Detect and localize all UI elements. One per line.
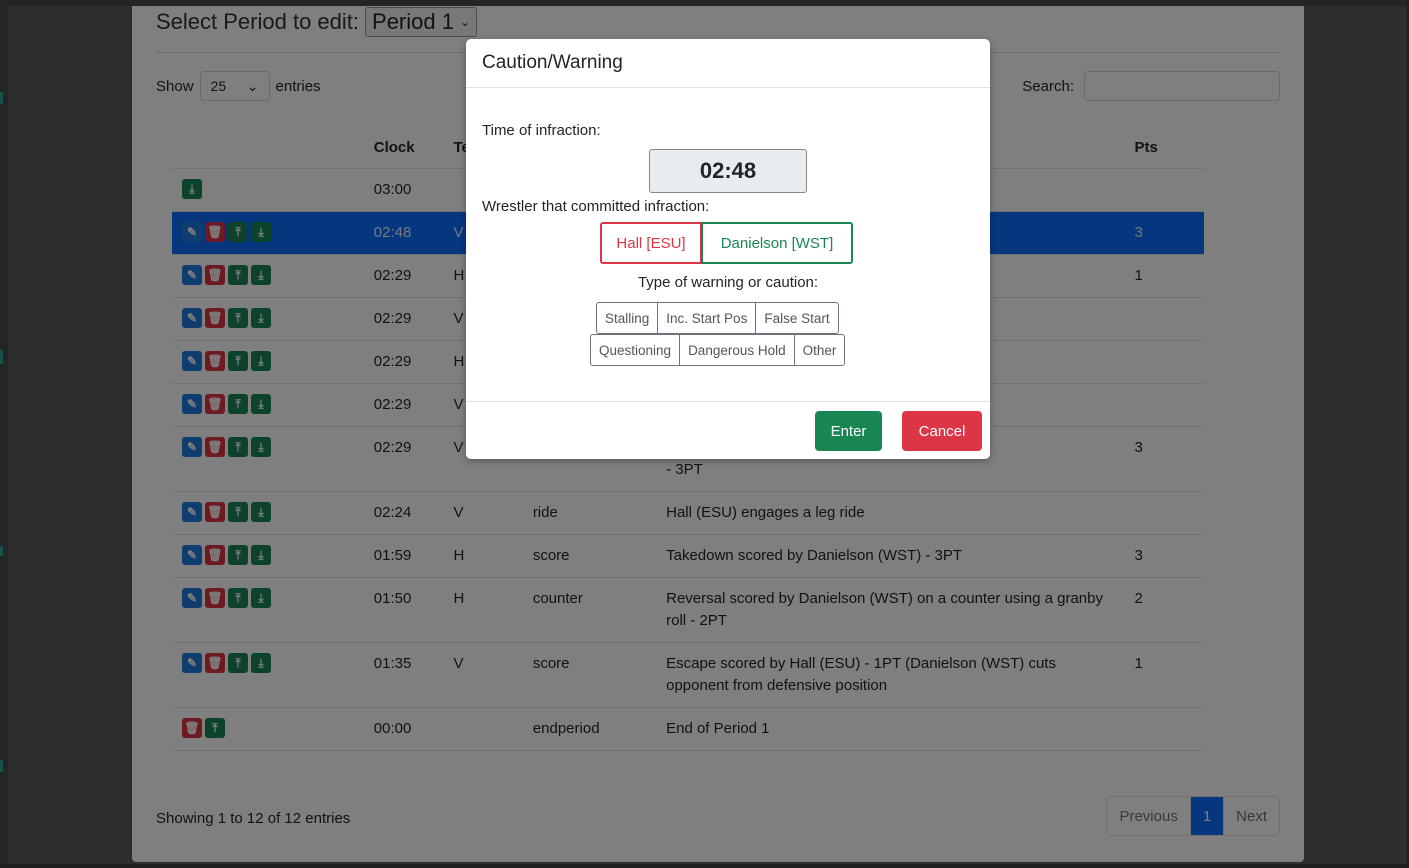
type-false-start-button[interactable]: False Start xyxy=(755,302,839,334)
type-stalling-button[interactable]: Stalling xyxy=(596,302,659,334)
caution-warning-modal: Caution/Warning Time of infraction: 02:4… xyxy=(466,39,990,459)
wrestler-hall-button[interactable]: Hall [ESU] xyxy=(600,222,702,264)
wrestler-button-group: Hall [ESU] Danielson [WST] xyxy=(600,222,853,264)
enter-button[interactable]: Enter xyxy=(815,411,882,451)
warning-type-label: Type of warning or caution: xyxy=(637,274,819,291)
type-other-button[interactable]: Other xyxy=(793,334,846,366)
type-dangerous-hold-button[interactable]: Dangerous Hold xyxy=(679,334,795,366)
modal-footer: Enter Cancel xyxy=(466,401,990,460)
cancel-button[interactable]: Cancel xyxy=(902,411,982,451)
wrestler-danielson-button[interactable]: Danielson [WST] xyxy=(701,222,853,264)
type-inc-start-pos-button[interactable]: Inc. Start Pos xyxy=(657,302,757,334)
time-label: Time of infraction: xyxy=(482,122,601,139)
time-of-infraction-field[interactable]: 02:48 xyxy=(649,149,807,193)
type-questioning-button[interactable]: Questioning xyxy=(590,334,681,366)
wrestler-label: Wrestler that committed infraction: xyxy=(482,198,710,215)
warning-type-group-2: Questioning Dangerous Hold Other xyxy=(590,334,846,366)
modal-title: Caution/Warning xyxy=(466,39,990,88)
modal-body: Time of infraction: 02:48 Wrestler that … xyxy=(466,88,990,400)
warning-type-group-1: Stalling Inc. Start Pos False Start xyxy=(596,302,839,334)
